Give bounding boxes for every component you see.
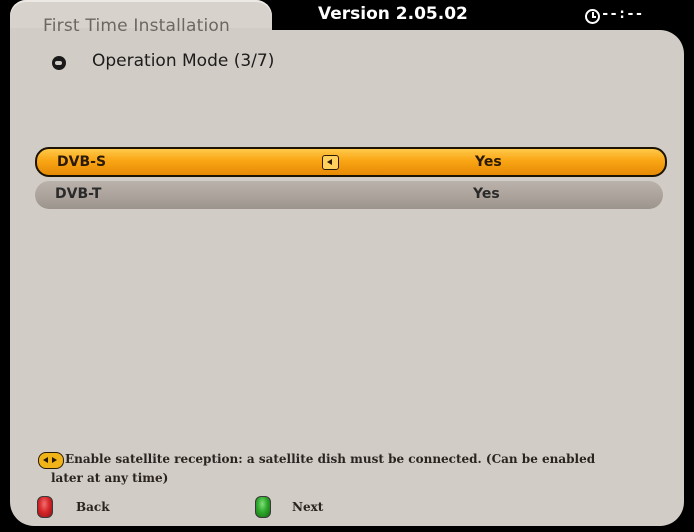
left-arrow-icon[interactable] (322, 155, 339, 170)
left-right-arrows-icon (38, 452, 64, 469)
list-item-label: DVB-T (55, 186, 102, 202)
red-button-icon[interactable] (37, 496, 53, 518)
clock-text: --:-- (601, 6, 644, 22)
green-button-icon[interactable] (255, 496, 271, 518)
list-item-value: Yes (475, 154, 502, 170)
page-title: First Time Installation (43, 16, 230, 36)
list-item-value: Yes (473, 186, 500, 202)
page-subtitle: Operation Mode (3/7) (92, 51, 275, 71)
next-button[interactable]: Next (292, 500, 323, 514)
help-text-line-1: Enable satellite reception: a satellite … (65, 452, 596, 466)
list-item-label: DVB-S (57, 154, 107, 170)
version-label: Version 2.05.02 (318, 4, 468, 24)
help-text: Enable satellite reception: a satellite … (51, 450, 645, 488)
back-arrow-icon (52, 56, 66, 70)
help-text-line-2: later at any time) (51, 471, 169, 485)
clock-icon (585, 9, 600, 24)
screen: First Time Installation Version 2.05.02 … (0, 0, 694, 532)
back-button[interactable]: Back (76, 500, 110, 514)
list-item-dvb-s[interactable]: DVB-S Yes (35, 147, 667, 177)
list-item-dvb-t[interactable]: DVB-T Yes (35, 181, 663, 209)
